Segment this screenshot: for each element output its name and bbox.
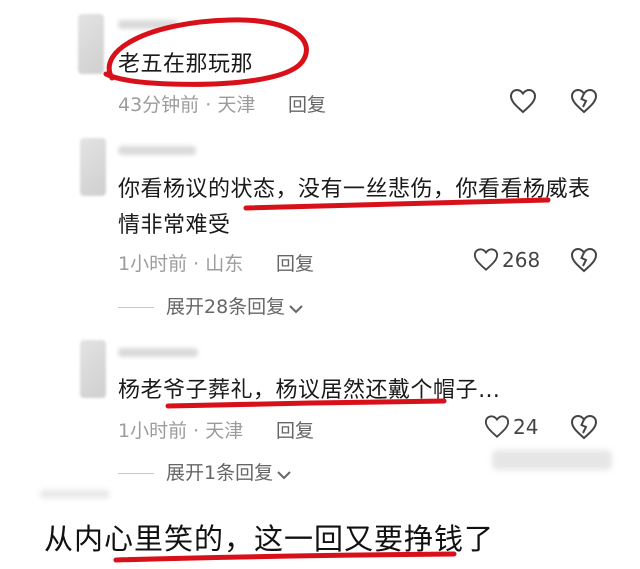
like-icon[interactable] bbox=[484, 414, 510, 439]
blurred-fragment bbox=[40, 490, 110, 498]
avatar[interactable] bbox=[80, 340, 106, 398]
red-annotation-layer bbox=[103, 17, 551, 563]
dislike-icon[interactable] bbox=[570, 247, 598, 273]
comment-location: 山东 bbox=[205, 253, 244, 275]
comment-meta: 43分钟前 · 天津 bbox=[118, 90, 255, 117]
expand-divider bbox=[118, 307, 154, 308]
chevron-down-icon bbox=[277, 463, 291, 485]
comment-text-line-2: 情非常难受 bbox=[118, 213, 231, 238]
comment-time: 1小时前 bbox=[118, 253, 188, 275]
dislike-icon[interactable] bbox=[570, 88, 598, 114]
comment-time: 43分钟前 bbox=[118, 94, 200, 116]
comment-text: 老五在那玩那 bbox=[118, 52, 254, 77]
avatar[interactable] bbox=[80, 138, 106, 196]
comment-location: 天津 bbox=[217, 94, 256, 116]
expand-divider bbox=[118, 473, 154, 474]
like-icon[interactable] bbox=[473, 247, 499, 272]
like-icon[interactable] bbox=[509, 88, 537, 114]
comment-text-line-1: 你看杨议的状态，没有一丝悲伤，你看看杨威表 bbox=[118, 177, 591, 202]
comment-text: 杨老爷子葬礼，杨议居然还戴个帽子… bbox=[118, 378, 501, 403]
reply-button[interactable]: 回复 bbox=[276, 249, 314, 276]
chevron-down-icon bbox=[289, 297, 303, 319]
comment-meta: 1小时前 · 山东 bbox=[118, 249, 243, 276]
meta-separator: · bbox=[193, 420, 200, 442]
username-blurred[interactable] bbox=[118, 20, 178, 29]
blurred-overlay bbox=[492, 450, 612, 470]
expand-replies-button[interactable]: 展开1条回复 bbox=[118, 458, 291, 485]
expand-label: 展开1条回复 bbox=[166, 462, 274, 484]
dislike-icon[interactable] bbox=[570, 414, 598, 440]
meta-separator: · bbox=[193, 253, 200, 275]
avatar[interactable] bbox=[78, 14, 104, 74]
expand-replies-button[interactable]: 展开28条回复 bbox=[118, 292, 303, 319]
meta-separator: · bbox=[205, 94, 212, 116]
comment-meta: 1小时前 · 天津 bbox=[118, 416, 243, 443]
caption-text: 从内心里笑的，这一回又要挣钱了 bbox=[44, 522, 495, 556]
reply-button[interactable]: 回复 bbox=[288, 90, 326, 117]
reply-button[interactable]: 回复 bbox=[276, 416, 314, 443]
expand-label: 展开28条回复 bbox=[166, 296, 286, 318]
comment-time: 1小时前 bbox=[118, 420, 188, 442]
comment-location: 天津 bbox=[205, 420, 244, 442]
like-count: 24 bbox=[513, 415, 539, 439]
username-blurred[interactable] bbox=[118, 348, 198, 357]
username-blurred[interactable] bbox=[118, 146, 196, 155]
like-count: 268 bbox=[502, 248, 541, 272]
